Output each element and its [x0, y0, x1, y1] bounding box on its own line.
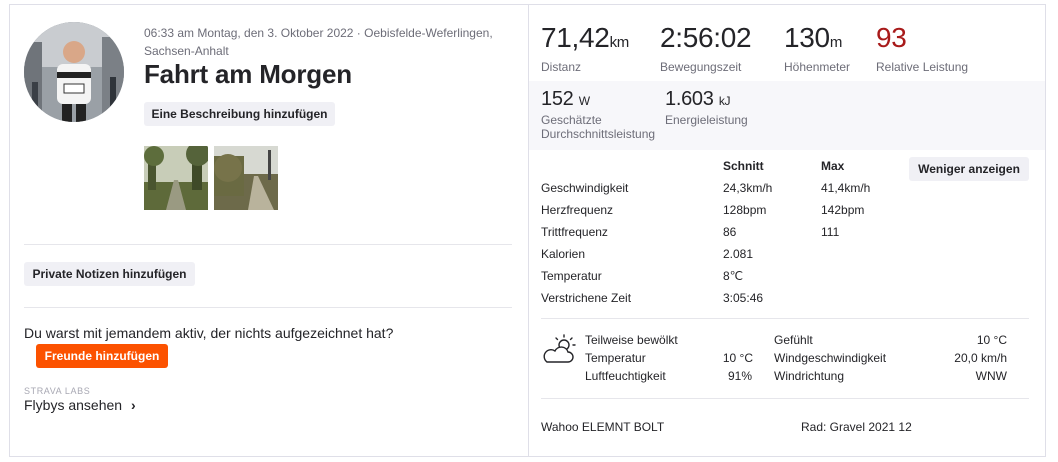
stat-value: 2:56:02 [660, 22, 752, 53]
weather-temp-value: 10 °C [722, 351, 753, 365]
section-divider [541, 398, 1029, 399]
weather-wind-speed-value: 20,0 km/h [954, 351, 1007, 365]
stat-label: Geschätzte Durchschnittsleistung [541, 113, 656, 141]
weather-wind-dir-value: WNW [975, 369, 1007, 383]
weather-feels-label: Gefühlt [774, 333, 813, 347]
athlete-avatar[interactable] [24, 22, 124, 122]
table-row-avg: 3:05:46 [723, 291, 764, 305]
table-row-avg: 86 [723, 225, 737, 239]
bike-name[interactable]: Rad: Gravel 2021 12 [801, 420, 912, 434]
chevron-right-icon: › [130, 397, 136, 413]
activity-photo-1[interactable] [144, 146, 208, 210]
stat-label: Distanz [541, 60, 582, 74]
stat-unit: kJ [718, 94, 731, 108]
column-header-avg: Schnitt [723, 159, 764, 173]
stat-value: 93 [876, 22, 907, 53]
section-divider [24, 307, 512, 308]
table-row-max: 111 [821, 225, 840, 239]
activity-photo-2[interactable] [214, 146, 278, 210]
table-row-label: Kalorien [541, 247, 586, 261]
activity-title: Fahrt am Morgen [144, 59, 352, 89]
stat-distance: 71,42km Distanz [541, 22, 630, 75]
stat-unit: m [829, 34, 843, 51]
weather-wind-speed-label: Windgeschwindigkeit [774, 351, 887, 365]
weather-temp-label: Temperatur [585, 351, 646, 365]
weather-condition: Teilweise bewölkt [585, 333, 678, 347]
avatar-photo [24, 22, 124, 122]
column-header-max: Max [821, 159, 845, 173]
stat-moving-time: 2:56:02 Bewegungszeit [660, 22, 752, 75]
photo-thumbnail [214, 146, 278, 210]
add-friends-button[interactable]: Freunde hinzufügen [36, 344, 168, 368]
flybys-label: Flybys ansehen [24, 397, 123, 413]
stat-relative-effort[interactable]: 93 Relative Leistung [876, 22, 969, 75]
table-row-avg: 24,3km/h [723, 181, 773, 195]
flybys-link[interactable]: Flybys ansehen › [24, 397, 136, 413]
stat-label: Höhenmeter [784, 60, 851, 74]
section-divider [541, 318, 1029, 319]
device-name: Wahoo ELEMNT BOLT [541, 420, 665, 434]
table-row-label: Geschwindigkeit [541, 181, 629, 195]
table-row-label: Verstrichene Zeit [541, 291, 632, 305]
weather-wind-dir-label: Windrichtung [774, 369, 845, 383]
stat-unit: W [578, 94, 590, 108]
table-row-max: 41,4km/h [821, 181, 871, 195]
stat-avg-power: 152 W Geschätzte Durchschnittsleistung [541, 88, 671, 141]
add-description-button[interactable]: Eine Beschreibung hinzufügen [144, 102, 335, 126]
partly-cloudy-icon [541, 334, 577, 366]
weather-feels-value: 10 °C [976, 333, 1007, 347]
section-divider [24, 244, 512, 245]
strava-labs-label: STRAVA LABS [24, 386, 91, 396]
weather-humidity-value: 91% [727, 369, 752, 383]
column-divider [528, 4, 529, 457]
table-row-avg: 2.081 [723, 247, 754, 261]
stat-label: Bewegungszeit [660, 60, 742, 74]
stat-value: 1.603 [665, 88, 714, 110]
show-less-button[interactable]: Weniger anzeigen [909, 157, 1029, 181]
table-row-avg: 8℃ [723, 269, 744, 283]
table-row-label: Temperatur [541, 269, 602, 283]
weather-humidity-label: Luftfeuchtigkeit [585, 369, 666, 383]
stat-value: 130 [784, 22, 830, 53]
stat-label: Energieleistung [665, 113, 748, 127]
table-row-avg: 128bpm [723, 203, 767, 217]
add-private-notes-button[interactable]: Private Notizen hinzufügen [24, 262, 195, 286]
stat-label: Relative Leistung [876, 60, 969, 74]
with-someone-text: Du warst mit jemandem aktiv, der nichts … [24, 325, 394, 341]
stat-unit: km [609, 34, 630, 51]
stat-energy: 1.603 kJ Energieleistung [665, 88, 748, 127]
stat-elevation: 130m Höhenmeter [784, 22, 851, 75]
activity-meta: 06:33 am Montag, den 3. Oktober 2022 · O… [144, 26, 493, 58]
table-row-max: 142bpm [821, 203, 865, 217]
photo-thumbnail [144, 146, 208, 210]
stat-value: 152 [541, 88, 574, 110]
table-row-label: Trittfrequenz [541, 225, 608, 239]
stat-value: 71,42 [541, 22, 610, 53]
table-row-label: Herzfrequenz [541, 203, 614, 217]
